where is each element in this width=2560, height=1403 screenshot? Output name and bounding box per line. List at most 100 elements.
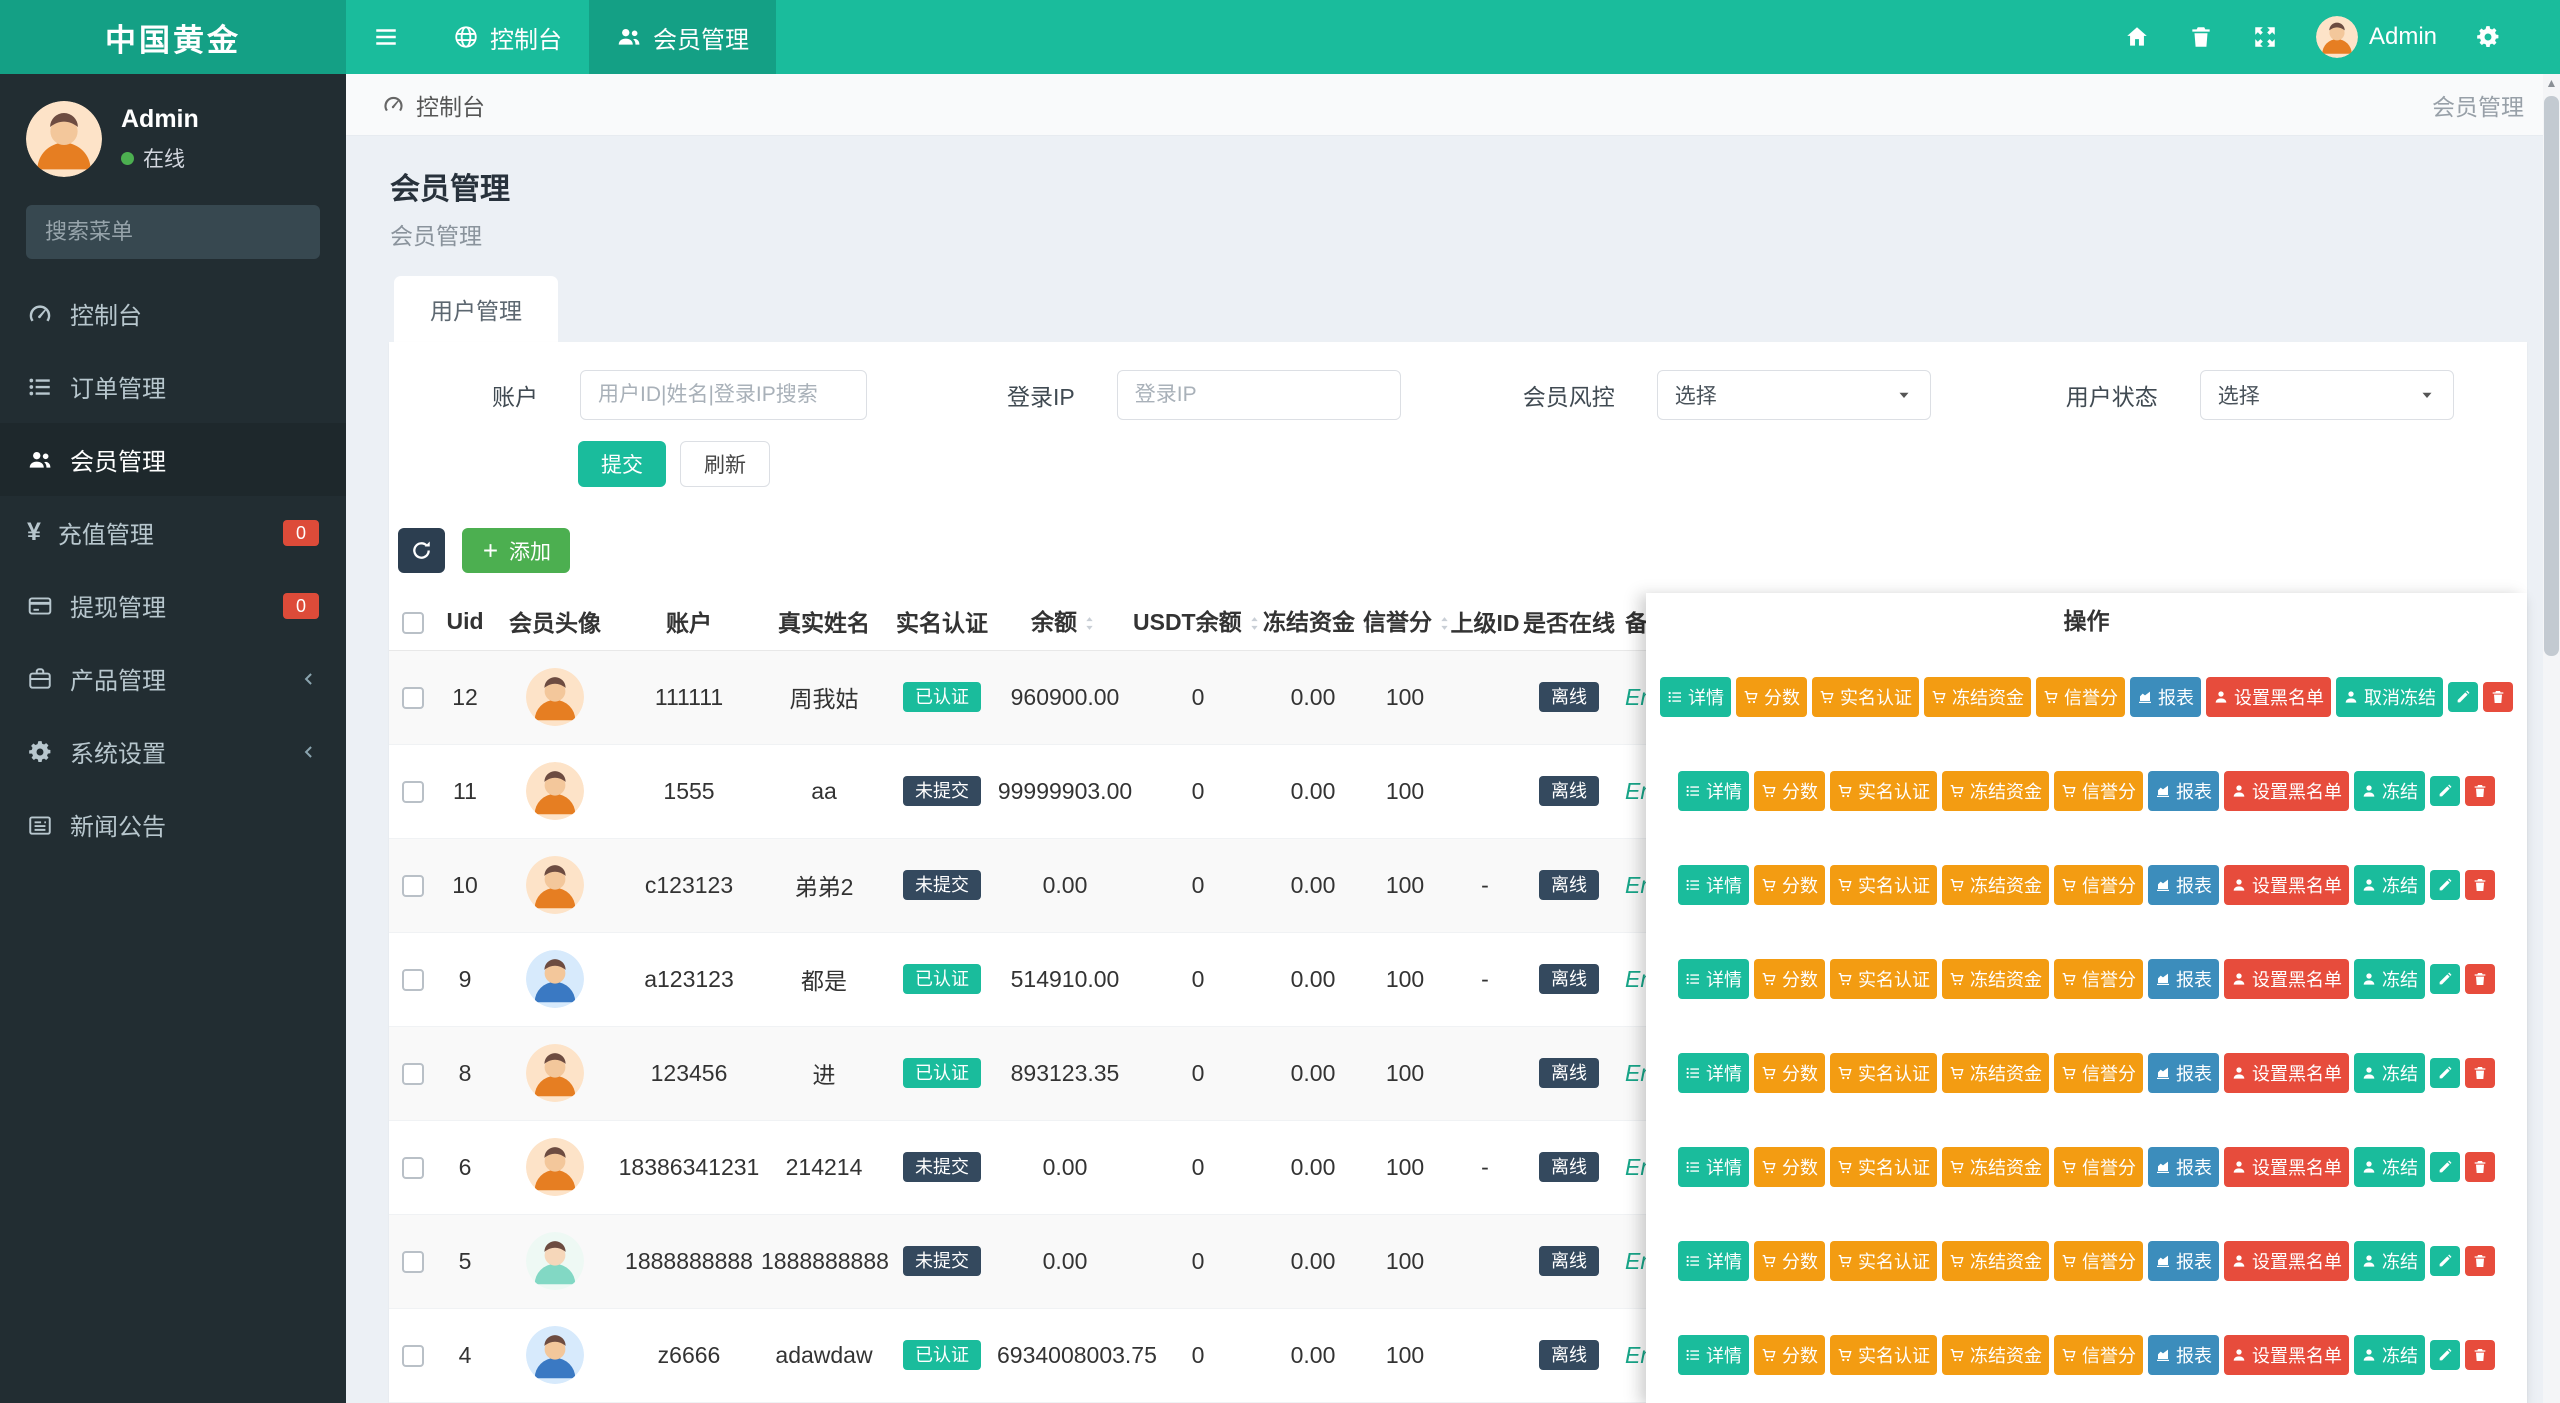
action-freeze-button[interactable]: 冻结 (2354, 959, 2425, 999)
fullscreen-button[interactable] (2233, 24, 2297, 50)
edit-button[interactable] (2430, 776, 2460, 806)
breadcrumb[interactable]: 控制台 (382, 88, 485, 122)
action-detail-button[interactable]: 详情 (1678, 1241, 1749, 1281)
action-realname-auth-button[interactable]: 实名认证 (1830, 1053, 1937, 1093)
settings-button[interactable] (2456, 24, 2520, 50)
action-credit-score-button[interactable]: 信誉分 (2054, 959, 2143, 999)
sidebar-toggle-button[interactable] (346, 0, 426, 74)
action-detail-button[interactable]: 详情 (1678, 1053, 1749, 1093)
action-report-button[interactable]: 报表 (2148, 1241, 2219, 1281)
action-freeze-funds-button[interactable]: 冻结资金 (1942, 1147, 2049, 1187)
action-realname-auth-button[interactable]: 实名认证 (1830, 959, 1937, 999)
login-ip-input[interactable] (1117, 370, 1401, 420)
scroll-up-arrow[interactable]: ▲ (2543, 74, 2560, 92)
action-score-button[interactable]: 分数 (1754, 1241, 1825, 1281)
action-freeze-funds-button[interactable]: 冻结资金 (1942, 771, 2049, 811)
sidebar-item-0[interactable]: 控制台 (0, 277, 346, 350)
action-blacklist-button[interactable]: 设置黑名单 (2224, 1335, 2349, 1375)
col-header-credit[interactable]: 信誉分 (1363, 593, 1447, 650)
edit-button[interactable] (2430, 1340, 2460, 1370)
col-header-balance[interactable]: 余额 (997, 593, 1133, 650)
action-blacklist-button[interactable]: 设置黑名单 (2206, 677, 2331, 717)
action-score-button[interactable]: 分数 (1754, 771, 1825, 811)
vertical-scrollbar-thumb[interactable] (2544, 96, 2559, 656)
sidebar-item-7[interactable]: 新闻公告 (0, 788, 346, 861)
action-detail-button[interactable]: 详情 (1660, 677, 1731, 717)
edit-button[interactable] (2430, 1152, 2460, 1182)
row-checkbox[interactable] (402, 875, 424, 897)
delete-button[interactable] (2465, 1340, 2495, 1370)
delete-button[interactable] (2465, 1152, 2495, 1182)
action-score-button[interactable]: 分数 (1754, 1147, 1825, 1187)
action-freeze-button[interactable]: 冻结 (2354, 1053, 2425, 1093)
sidebar-item-6[interactable]: 系统设置 (0, 715, 346, 788)
row-checkbox[interactable] (402, 1251, 424, 1273)
action-realname-auth-button[interactable]: 实名认证 (1830, 771, 1937, 811)
action-realname-auth-button[interactable]: 实名认证 (1830, 1147, 1937, 1187)
menu-search-input[interactable] (26, 205, 320, 259)
row-checkbox[interactable] (402, 687, 424, 709)
action-freeze-button[interactable]: 冻结 (2354, 771, 2425, 811)
action-report-button[interactable]: 报表 (2148, 959, 2219, 999)
col-header-usdt[interactable]: USDT余额 (1133, 593, 1263, 650)
navbar-tab-0[interactable]: 控制台 (426, 0, 589, 74)
action-credit-score-button[interactable]: 信誉分 (2054, 865, 2143, 905)
action-report-button[interactable]: 报表 (2148, 771, 2219, 811)
delete-button[interactable] (2465, 964, 2495, 994)
action-credit-score-button[interactable]: 信誉分 (2036, 677, 2125, 717)
action-report-button[interactable]: 报表 (2148, 1335, 2219, 1375)
action-report-button[interactable]: 报表 (2148, 1053, 2219, 1093)
brand-logo[interactable]: 中国黄金 (0, 0, 346, 74)
vertical-scrollbar[interactable]: ▲ (2543, 74, 2560, 1403)
edit-button[interactable] (2430, 1058, 2460, 1088)
action-report-button[interactable]: 报表 (2148, 1147, 2219, 1187)
edit-button[interactable] (2430, 964, 2460, 994)
action-detail-button[interactable]: 详情 (1678, 1335, 1749, 1375)
row-checkbox[interactable] (402, 1063, 424, 1085)
action-freeze-button[interactable]: 冻结 (2354, 1241, 2425, 1281)
tab-user-management[interactable]: 用户管理 (394, 276, 558, 342)
navbar-tab-1[interactable]: 会员管理 (589, 0, 776, 74)
account-search-input[interactable] (580, 370, 867, 420)
delete-button[interactable] (2465, 1246, 2495, 1276)
action-detail-button[interactable]: 详情 (1678, 1147, 1749, 1187)
action-detail-button[interactable]: 详情 (1678, 959, 1749, 999)
admin-menu[interactable]: Admin (2297, 16, 2456, 58)
sidebar-item-3[interactable]: ¥充值管理0 (0, 496, 346, 569)
action-freeze-funds-button[interactable]: 冻结资金 (1942, 959, 2049, 999)
action-freeze-funds-button[interactable]: 冻结资金 (1942, 1335, 2049, 1375)
add-member-button[interactable]: 添加 (462, 528, 570, 573)
action-freeze-funds-button[interactable]: 冻结资金 (1942, 1241, 2049, 1281)
action-credit-score-button[interactable]: 信誉分 (2054, 1053, 2143, 1093)
home-button[interactable] (2105, 24, 2169, 50)
edit-button[interactable] (2448, 682, 2478, 712)
reload-table-button[interactable] (398, 528, 445, 573)
edit-button[interactable] (2430, 870, 2460, 900)
action-freeze-button[interactable]: 冻结 (2354, 1147, 2425, 1187)
action-realname-auth-button[interactable]: 实名认证 (1812, 677, 1919, 717)
action-detail-button[interactable]: 详情 (1678, 771, 1749, 811)
action-freeze-button[interactable]: 冻结 (2354, 865, 2425, 905)
delete-button[interactable] (2465, 776, 2495, 806)
action-credit-score-button[interactable]: 信誉分 (2054, 771, 2143, 811)
action-blacklist-button[interactable]: 设置黑名单 (2224, 1147, 2349, 1187)
action-credit-score-button[interactable]: 信誉分 (2054, 1335, 2143, 1375)
col-header-frozen[interactable]: 冻结资金 (1263, 593, 1363, 650)
action-score-button[interactable]: 分数 (1736, 677, 1807, 717)
sidebar-item-2[interactable]: 会员管理 (0, 423, 346, 496)
action-blacklist-button[interactable]: 设置黑名单 (2224, 1053, 2349, 1093)
row-checkbox[interactable] (402, 1345, 424, 1367)
action-credit-score-button[interactable]: 信誉分 (2054, 1241, 2143, 1281)
sidebar-item-4[interactable]: 提现管理0 (0, 569, 346, 642)
action-freeze-funds-button[interactable]: 冻结资金 (1942, 1053, 2049, 1093)
action-score-button[interactable]: 分数 (1754, 1335, 1825, 1375)
action-freeze-funds-button[interactable]: 冻结资金 (1942, 865, 2049, 905)
action-detail-button[interactable]: 详情 (1678, 865, 1749, 905)
action-score-button[interactable]: 分数 (1754, 1053, 1825, 1093)
action-blacklist-button[interactable]: 设置黑名单 (2224, 1241, 2349, 1281)
action-freeze-button[interactable]: 冻结 (2354, 1335, 2425, 1375)
action-blacklist-button[interactable]: 设置黑名单 (2224, 771, 2349, 811)
action-report-button[interactable]: 报表 (2148, 865, 2219, 905)
row-checkbox[interactable] (402, 781, 424, 803)
action-freeze-funds-button[interactable]: 冻结资金 (1924, 677, 2031, 717)
